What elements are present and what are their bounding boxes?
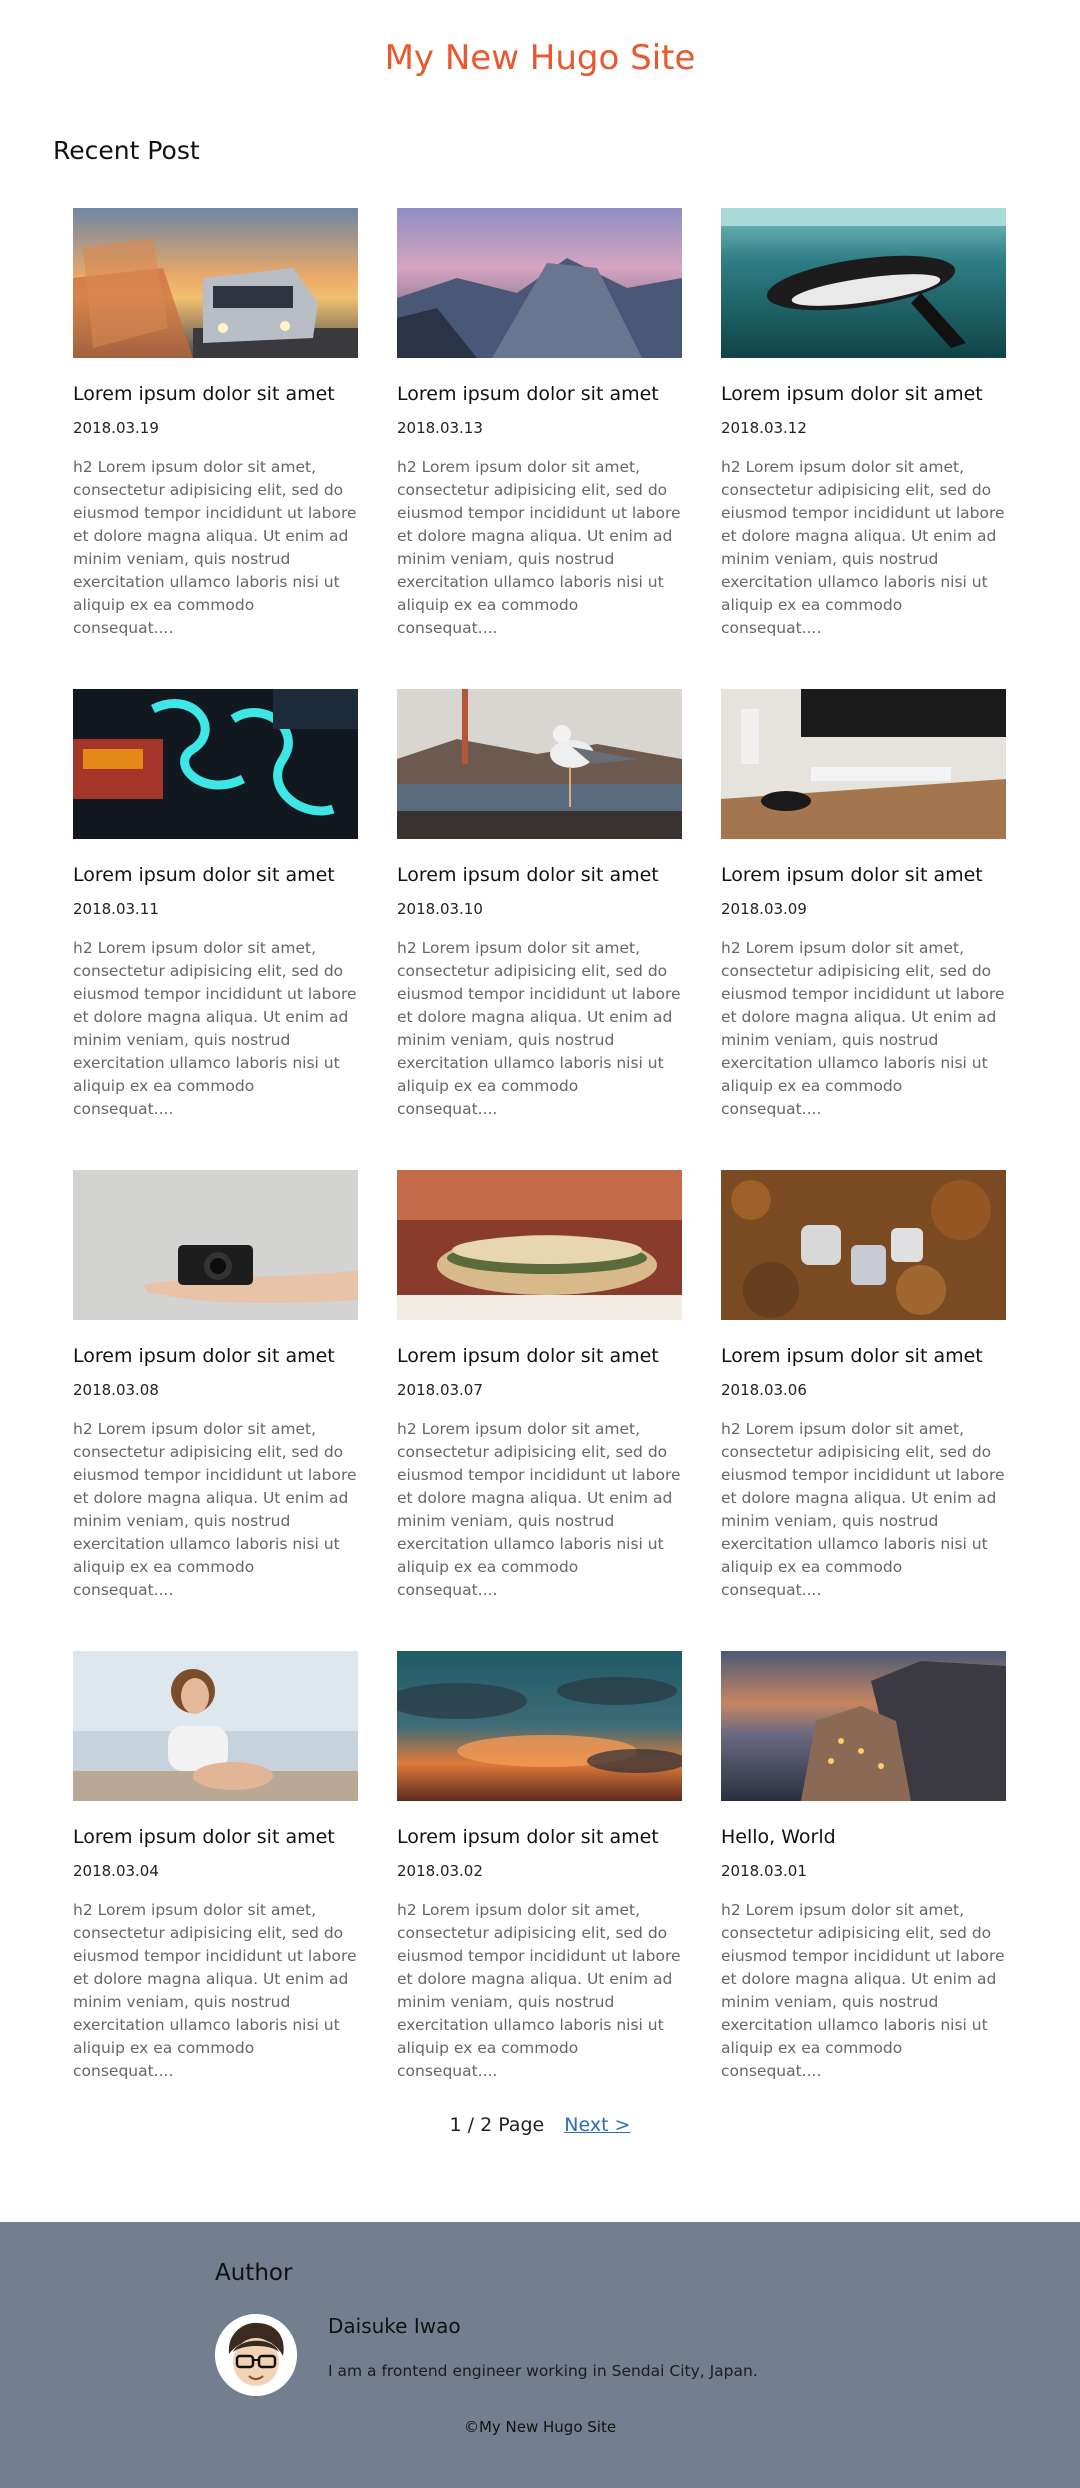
post-excerpt: h2 Lorem ipsum dolor sit amet, consectet… [397,458,681,637]
copyright: ©My New Hugo Site [463,2418,617,2436]
desk-computer-image [721,689,1006,839]
post-title[interactable]: Lorem ipsum dolor sit amet [73,1825,358,1849]
post-thumbnail[interactable] [73,1170,358,1320]
post-thumbnail[interactable] [721,208,1006,358]
footer: Author Daisuke Iwao I am a frontend engi… [0,2222,1080,2488]
next-page-link[interactable]: Next > [564,2114,630,2136]
post-card: Lorem ipsum dolor sit amet 2018.03.07 h2… [397,1170,682,1651]
post-card: Lorem ipsum dolor sit amet 2018.03.04 h2… [73,1651,358,2132]
post-title[interactable]: Lorem ipsum dolor sit amet [73,863,358,887]
author-heading: Author [215,2260,293,2286]
pagination: 1 / 2 Page Next > [0,2114,1080,2136]
author-bio: I am a frontend engineer working in Send… [328,2362,758,2380]
avatar [215,2314,297,2396]
post-title[interactable]: Lorem ipsum dolor sit amet [721,382,1006,406]
mountain-valley-image [397,208,682,358]
woman-at-beach-image [73,1651,358,1801]
post-title[interactable]: Lorem ipsum dolor sit amet [397,1825,682,1849]
author-name: Daisuke Iwao [328,2314,461,2338]
post-thumbnail[interactable] [397,208,682,358]
post-excerpt: h2 Lorem ipsum dolor sit amet, consectet… [397,939,681,1118]
post-date: 2018.03.04 [73,1862,159,1880]
post-date: 2018.03.06 [721,1381,807,1399]
post-thumbnail[interactable] [397,1651,682,1801]
section-heading: Recent Post [53,136,200,165]
post-excerpt: h2 Lorem ipsum dolor sit amet, consectet… [721,939,1005,1118]
autumn-leaves-image [721,1170,1006,1320]
post-thumbnail[interactable] [73,208,358,358]
camera-on-hand-image [73,1170,358,1320]
post-title[interactable]: Lorem ipsum dolor sit amet [397,1344,682,1368]
post-date: 2018.03.13 [397,419,483,437]
post-title[interactable]: Hello, World [721,1825,1006,1849]
post-thumbnail[interactable] [721,1651,1006,1801]
post-card: Lorem ipsum dolor sit amet 2018.03.19 h2… [73,208,358,689]
post-card: Hello, World 2018.03.01 h2 Lorem ipsum d… [721,1651,1006,2132]
post-card: Lorem ipsum dolor sit amet 2018.03.11 h2… [73,689,358,1170]
post-date: 2018.03.12 [721,419,807,437]
post-card: Lorem ipsum dolor sit amet 2018.03.13 h2… [397,208,682,689]
post-date: 2018.03.08 [73,1381,159,1399]
post-date: 2018.03.11 [73,900,159,918]
post-date: 2018.03.02 [397,1862,483,1880]
post-excerpt: h2 Lorem ipsum dolor sit amet, consectet… [721,458,1005,637]
post-date: 2018.03.19 [73,419,159,437]
neon-sign-image [73,689,358,839]
post-grid: Lorem ipsum dolor sit amet 2018.03.19 h2… [73,208,1009,2132]
post-title[interactable]: Lorem ipsum dolor sit amet [721,1344,1006,1368]
post-card: Lorem ipsum dolor sit amet 2018.03.10 h2… [397,689,682,1170]
avatar-illustration-icon [215,2314,297,2396]
post-title[interactable]: Lorem ipsum dolor sit amet [73,1344,358,1368]
post-title[interactable]: Lorem ipsum dolor sit amet [721,863,1006,887]
post-card: Lorem ipsum dolor sit amet 2018.03.09 h2… [721,689,1006,1170]
post-card: Lorem ipsum dolor sit amet 2018.03.06 h2… [721,1170,1006,1651]
post-card: Lorem ipsum dolor sit amet 2018.03.02 h2… [397,1651,682,2132]
post-date: 2018.03.07 [397,1381,483,1399]
post-date: 2018.03.10 [397,900,483,918]
post-thumbnail[interactable] [397,689,682,839]
penguin-underwater-image [721,208,1006,358]
post-date: 2018.03.01 [721,1862,807,1880]
seagull-bridge-image [397,689,682,839]
post-excerpt: h2 Lorem ipsum dolor sit amet, consectet… [721,1901,1005,2080]
post-thumbnail[interactable] [73,689,358,839]
post-thumbnail[interactable] [73,1651,358,1801]
sandwich-image [397,1170,682,1320]
sunset-sky-image [397,1651,682,1801]
post-excerpt: h2 Lorem ipsum dolor sit amet, consectet… [397,1420,681,1599]
post-thumbnail[interactable] [721,689,1006,839]
post-excerpt: h2 Lorem ipsum dolor sit amet, consectet… [397,1901,681,2080]
post-card: Lorem ipsum dolor sit amet 2018.03.12 h2… [721,208,1006,689]
pagination-status: 1 / 2 Page [449,2114,545,2136]
post-excerpt: h2 Lorem ipsum dolor sit amet, consectet… [73,1901,357,2080]
post-title[interactable]: Lorem ipsum dolor sit amet [397,382,682,406]
post-excerpt: h2 Lorem ipsum dolor sit amet, consectet… [721,1420,1005,1599]
car-on-highway-image [73,208,358,358]
post-title[interactable]: Lorem ipsum dolor sit amet [397,863,682,887]
post-card: Lorem ipsum dolor sit amet 2018.03.08 h2… [73,1170,358,1651]
coastal-village-image [721,1651,1006,1801]
site-title-link[interactable]: My New Hugo Site [0,38,1080,78]
post-thumbnail[interactable] [721,1170,1006,1320]
post-excerpt: h2 Lorem ipsum dolor sit amet, consectet… [73,939,357,1118]
post-excerpt: h2 Lorem ipsum dolor sit amet, consectet… [73,458,357,637]
post-excerpt: h2 Lorem ipsum dolor sit amet, consectet… [73,1420,357,1599]
post-thumbnail[interactable] [397,1170,682,1320]
post-title[interactable]: Lorem ipsum dolor sit amet [73,382,358,406]
post-date: 2018.03.09 [721,900,807,918]
